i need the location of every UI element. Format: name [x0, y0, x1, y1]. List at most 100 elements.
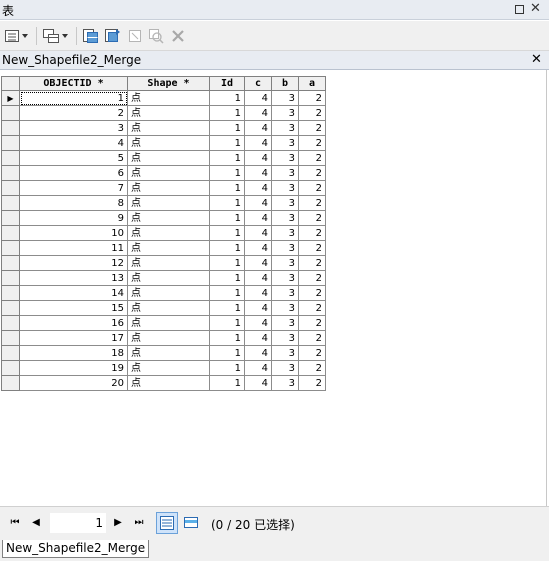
row-selector[interactable] — [1, 150, 20, 166]
table-row[interactable]: 15 点 1 4 3 2 — [1, 300, 326, 316]
cell-c[interactable]: 4 — [244, 360, 272, 376]
cell-shape[interactable]: 点 — [127, 90, 210, 106]
cell-shape[interactable]: 点 — [127, 360, 210, 376]
cell-b[interactable]: 3 — [271, 330, 299, 346]
cell-objectid[interactable]: 4 — [19, 135, 128, 151]
row-selector[interactable] — [1, 135, 20, 151]
table-row[interactable]: 13 点 1 4 3 2 — [1, 270, 326, 286]
restore-button[interactable] — [513, 3, 526, 16]
row-selector[interactable] — [1, 270, 20, 286]
switch-selection-button[interactable] — [104, 27, 122, 45]
cell-id[interactable]: 1 — [209, 90, 245, 106]
row-selector[interactable] — [1, 165, 20, 181]
cell-shape[interactable]: 点 — [127, 165, 210, 181]
cell-id[interactable]: 1 — [209, 255, 245, 271]
cell-shape[interactable]: 点 — [127, 270, 210, 286]
column-header-id[interactable]: Id — [209, 76, 245, 91]
cell-objectid[interactable]: 1 — [19, 90, 128, 106]
cell-shape[interactable]: 点 — [127, 285, 210, 301]
row-selector[interactable] — [1, 180, 20, 196]
cell-b[interactable]: 3 — [271, 150, 299, 166]
row-selector[interactable] — [1, 285, 20, 301]
cell-id[interactable]: 1 — [209, 225, 245, 241]
table-row[interactable]: ▶ 1 点 1 4 3 2 — [1, 90, 326, 106]
cell-id[interactable]: 1 — [209, 285, 245, 301]
cell-c[interactable]: 4 — [244, 120, 272, 136]
cell-c[interactable]: 4 — [244, 255, 272, 271]
cell-id[interactable]: 1 — [209, 165, 245, 181]
row-selector[interactable] — [1, 195, 20, 211]
cell-id[interactable]: 1 — [209, 240, 245, 256]
cell-c[interactable]: 4 — [244, 150, 272, 166]
cell-b[interactable]: 3 — [271, 90, 299, 106]
cell-a[interactable]: 2 — [298, 135, 326, 151]
select-by-attributes-button[interactable] — [82, 27, 100, 45]
cell-objectid[interactable]: 20 — [19, 375, 128, 391]
row-selector[interactable] — [1, 330, 20, 346]
cell-shape[interactable]: 点 — [127, 300, 210, 316]
zoom-to-selected-button[interactable] — [148, 27, 164, 45]
cell-a[interactable]: 2 — [298, 210, 326, 226]
table-row[interactable]: 17 点 1 4 3 2 — [1, 330, 326, 346]
cell-a[interactable]: 2 — [298, 330, 326, 346]
table-row[interactable]: 11 点 1 4 3 2 — [1, 240, 326, 256]
table-options-button[interactable] — [4, 27, 28, 45]
row-selector[interactable] — [1, 120, 20, 136]
cell-c[interactable]: 4 — [244, 300, 272, 316]
cell-c[interactable]: 4 — [244, 270, 272, 286]
cell-shape[interactable]: 点 — [127, 105, 210, 121]
cell-objectid[interactable]: 9 — [19, 210, 128, 226]
cell-shape[interactable]: 点 — [127, 150, 210, 166]
cell-a[interactable]: 2 — [298, 165, 326, 181]
last-record-button[interactable]: ⏭ — [132, 517, 146, 529]
first-record-button[interactable]: ⏮ — [8, 517, 22, 529]
cell-shape[interactable]: 点 — [127, 330, 210, 346]
cell-c[interactable]: 4 — [244, 105, 272, 121]
cell-b[interactable]: 3 — [271, 135, 299, 151]
cell-objectid[interactable]: 15 — [19, 300, 128, 316]
cell-objectid[interactable]: 14 — [19, 285, 128, 301]
table-row[interactable]: 7点1432 — [1, 180, 326, 196]
table-row[interactable]: 18 点 1 4 3 2 — [1, 345, 326, 361]
table-row[interactable]: 8点1432 — [1, 195, 326, 211]
cell-c[interactable]: 4 — [244, 165, 272, 181]
cell-id[interactable]: 1 — [209, 270, 245, 286]
cell-id[interactable]: 1 — [209, 135, 245, 151]
cell-c[interactable]: 4 — [244, 345, 272, 361]
cell-shape[interactable]: 点 — [127, 255, 210, 271]
column-header-c[interactable]: c — [244, 76, 272, 91]
cell-objectid[interactable]: 17 — [19, 330, 128, 346]
cell-c[interactable]: 4 — [244, 375, 272, 391]
cell-b[interactable]: 3 — [271, 375, 299, 391]
related-tables-button[interactable] — [42, 27, 68, 45]
cell-objectid[interactable]: 3 — [19, 120, 128, 136]
cell-objectid[interactable]: 8 — [19, 195, 128, 211]
cell-a[interactable]: 2 — [298, 285, 326, 301]
cell-shape[interactable]: 点 — [127, 240, 210, 256]
cell-b[interactable]: 3 — [271, 165, 299, 181]
cell-shape[interactable]: 点 — [127, 195, 210, 211]
cell-b[interactable]: 3 — [271, 210, 299, 226]
cell-shape[interactable]: 点 — [127, 135, 210, 151]
cell-id[interactable]: 1 — [209, 315, 245, 331]
cell-shape[interactable]: 点 — [127, 225, 210, 241]
cell-a[interactable]: 2 — [298, 195, 326, 211]
cell-a[interactable]: 2 — [298, 375, 326, 391]
cell-id[interactable]: 1 — [209, 210, 245, 226]
row-selector[interactable] — [1, 225, 20, 241]
table-row[interactable]: 2点1432 — [1, 105, 326, 121]
row-selector[interactable] — [1, 345, 20, 361]
cell-a[interactable]: 2 — [298, 345, 326, 361]
cell-objectid[interactable]: 2 — [19, 105, 128, 121]
cell-b[interactable]: 3 — [271, 195, 299, 211]
table-row[interactable]: 10 点 1 4 3 2 — [1, 225, 326, 241]
row-selector[interactable] — [1, 360, 20, 376]
row-selector[interactable] — [1, 375, 20, 391]
cell-shape[interactable]: 点 — [127, 345, 210, 361]
tab-new-shapefile2-merge[interactable]: New_Shapefile2_Merge — [2, 540, 150, 558]
show-selected-records-button[interactable] — [180, 512, 202, 534]
cell-a[interactable]: 2 — [298, 90, 326, 106]
table-row[interactable]: 16 点 1 4 3 2 — [1, 315, 326, 331]
cell-b[interactable]: 3 — [271, 180, 299, 196]
cell-a[interactable]: 2 — [298, 315, 326, 331]
